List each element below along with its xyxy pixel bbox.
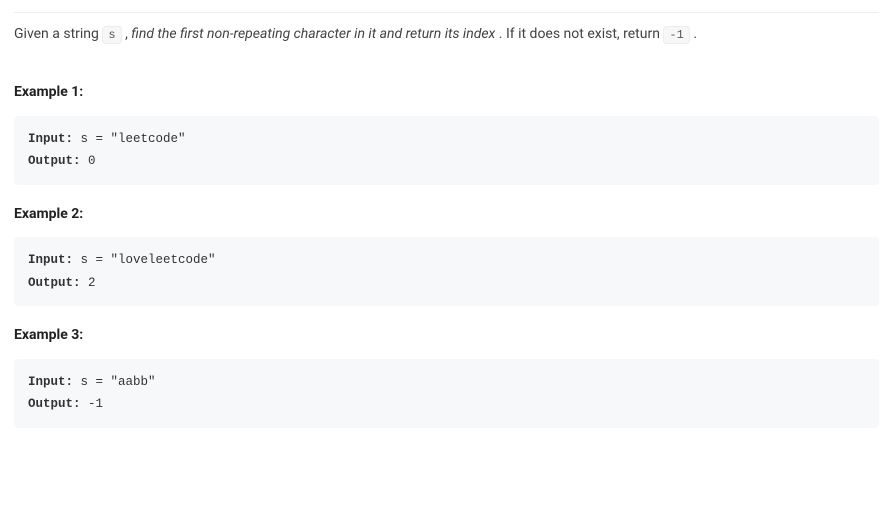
example-block: Input: s = "aabb" Output: -1 [14,359,879,428]
example-heading: Example 3: [14,324,879,346]
statement-emphasis: find the first non-repeating character i… [131,26,495,42]
input-label: Input: [28,375,73,389]
example-heading: Example 2: [14,203,879,225]
example-heading: Example 1: [14,81,879,103]
output-label: Output: [28,276,81,290]
input-text: s = "leetcode" [73,132,186,146]
output-text: 0 [81,154,96,168]
statement-prefix: Given a string [14,26,102,42]
output-text: -1 [81,397,104,411]
input-text: s = "aabb" [73,375,156,389]
statement-suffix: . [693,26,697,42]
example-block: Input: s = "loveleetcode" Output: 2 [14,237,879,306]
input-label: Input: [28,132,73,146]
output-label: Output: [28,397,81,411]
output-text: 2 [81,276,96,290]
example-block: Input: s = "leetcode" Output: 0 [14,116,879,185]
statement-var: s [102,26,121,44]
statement-retval: -1 [663,26,689,44]
problem-statement: Given a string s , find the first non-re… [14,12,879,45]
input-label: Input: [28,253,73,267]
statement-after: . If it does not exist, return [499,26,664,42]
input-text: s = "loveleetcode" [73,253,216,267]
output-label: Output: [28,154,81,168]
